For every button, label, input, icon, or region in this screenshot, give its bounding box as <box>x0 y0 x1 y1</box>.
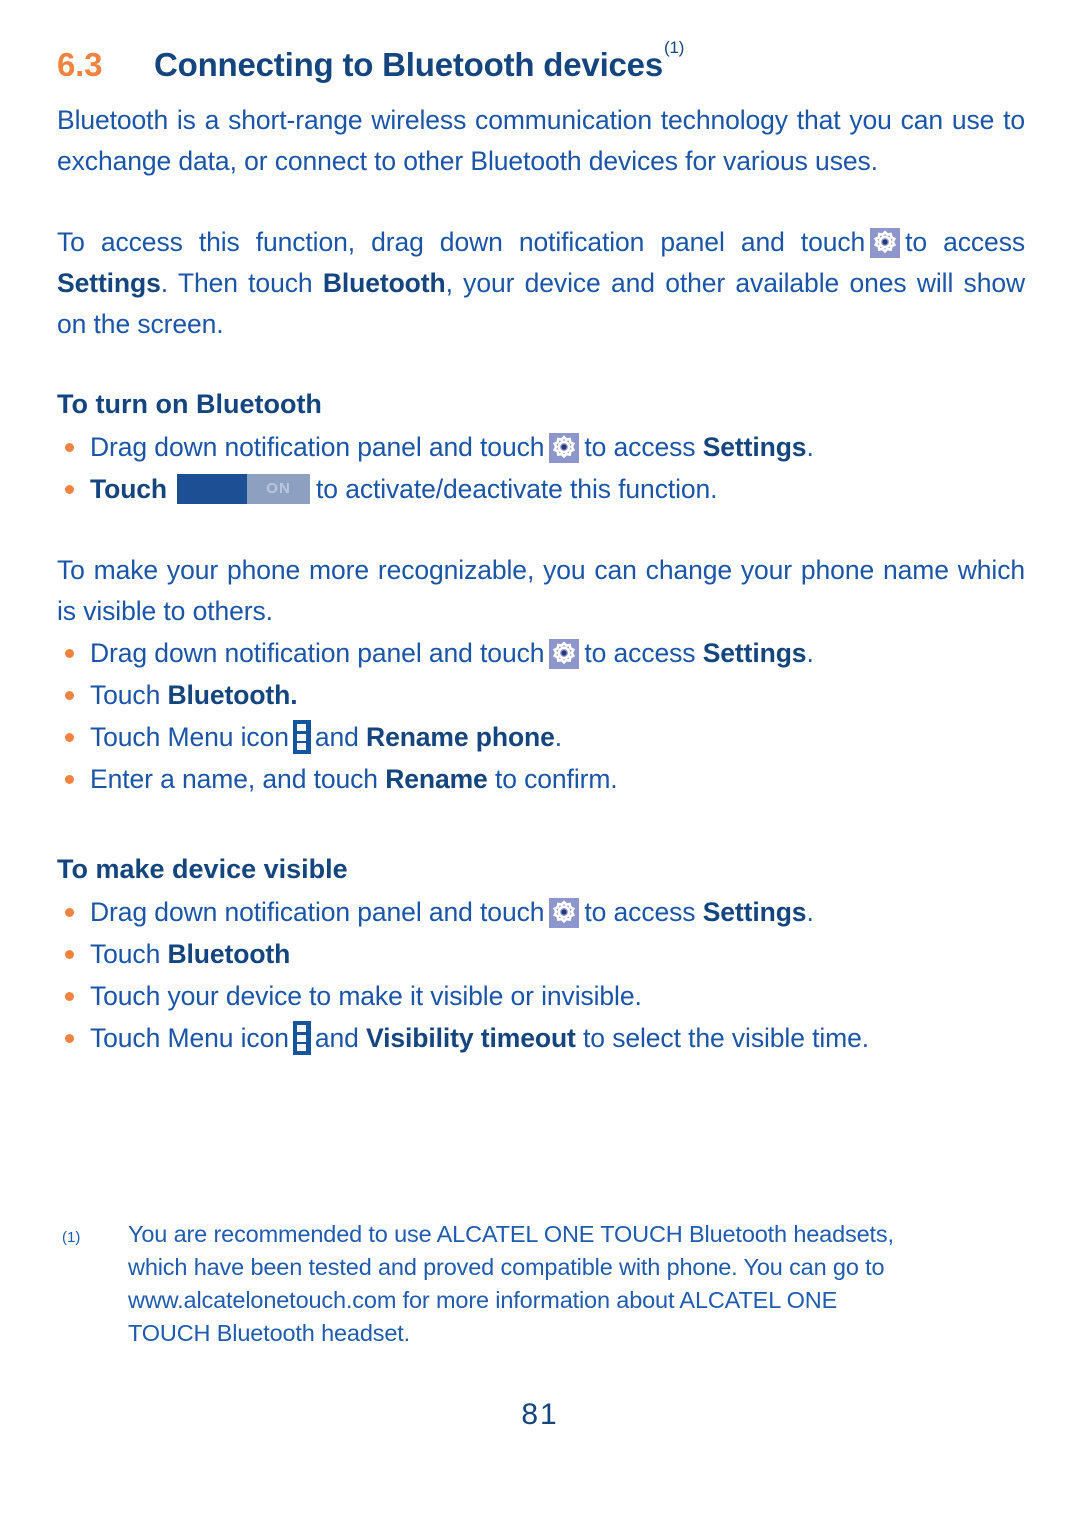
bullet-text-touch: Touch <box>90 680 161 710</box>
bullet-text-1: Drag down notification panel and touch <box>90 432 545 462</box>
list-item: Drag down notification panel and touch to… <box>57 891 1025 933</box>
bullet-text-confirm: to confirm. <box>494 764 618 794</box>
bullet-settings-bold: Settings <box>702 897 807 927</box>
bullet-text-and: and <box>314 722 359 752</box>
page-content: 6.3 Connecting to Bluetooth devices(1) B… <box>57 38 1025 1059</box>
list-item: Touch your device to make it visible or … <box>57 975 1025 1017</box>
list-item: Touch Menu icon and Visibility timeout to… <box>57 1017 1025 1059</box>
subheading-turn-on-bluetooth: To turn on Bluetooth <box>57 389 322 419</box>
bullet-text-menu: Touch Menu icon <box>90 722 289 752</box>
intro-paragraph-2: To access this function, drag down notif… <box>57 222 1025 345</box>
bullet-text-and: and <box>314 1023 359 1053</box>
manual-page: 6.3 Connecting to Bluetooth devices(1) B… <box>0 0 1080 1535</box>
bullet-text-touch: Touch <box>90 939 161 969</box>
intro-p2-settings-bold: Settings <box>57 268 161 298</box>
toggle-on-label: ON <box>266 480 291 497</box>
section-title-text: Connecting to Bluetooth devices <box>154 46 663 83</box>
bullet-text-2: to access <box>584 897 696 927</box>
section-title: Connecting to Bluetooth devices(1) <box>154 38 684 84</box>
settings-gear-icon <box>549 433 580 463</box>
bullet-text-period: . <box>554 722 563 752</box>
toggle-switch-on-icon: ON <box>177 474 311 504</box>
intro-p2-text-3: . Then touch <box>160 268 313 298</box>
footnote-marker: (1) <box>62 1218 128 1350</box>
bullet-list-turn-on: Drag down notification panel and touch to… <box>57 426 1025 510</box>
bullet-visibility-timeout-bold: Visibility timeout <box>366 1023 576 1053</box>
list-item: Drag down notification panel and touch to… <box>57 632 1025 674</box>
menu-dot-2 <box>297 1034 307 1042</box>
footnote-body: You are recommended to use ALCATEL ONE T… <box>128 1218 1022 1350</box>
list-item: Enter a name, and touch Rename to confir… <box>57 758 1025 800</box>
menu-overflow-icon <box>292 720 311 754</box>
menu-dot-3 <box>297 1044 307 1051</box>
toggle-knob <box>177 474 248 504</box>
bullet-bluetooth-bold: Bluetooth. <box>167 680 298 710</box>
settings-gear-icon <box>870 228 901 258</box>
section-number: 6.3 <box>57 46 103 83</box>
menu-dot-1 <box>297 724 307 731</box>
bullet-rename-phone-bold: Rename phone <box>366 722 555 752</box>
intro-p2-text-2: to access <box>905 227 1025 257</box>
bullet-touch-bold: Touch <box>90 474 168 504</box>
bullet-settings-bold: Settings <box>702 638 807 668</box>
menu-dot-3 <box>297 743 307 750</box>
bullet-settings-bold: Settings <box>702 432 807 462</box>
menu-dot-1 <box>297 1025 307 1032</box>
bullet-text-1: Drag down notification panel and touch <box>90 897 545 927</box>
footnote-line-2: which have been tested and proved compat… <box>128 1254 885 1280</box>
page-title: 6.3 Connecting to Bluetooth devices(1) <box>57 38 1025 84</box>
bullet-bluetooth-bold: Bluetooth <box>167 939 291 969</box>
bullet-text-2: to access <box>584 638 696 668</box>
intro-p2-text-1: To access this function, drag down notif… <box>57 227 866 257</box>
page-number: 81 <box>521 1398 559 1431</box>
settings-gear-icon <box>549 639 580 669</box>
menu-overflow-icon <box>292 1021 311 1055</box>
section-title-footnote-marker: (1) <box>664 38 685 57</box>
rename-paragraph: To make your phone more recognizable, yo… <box>57 555 1025 626</box>
bullet-text-3: . <box>806 432 814 462</box>
footnote-line-1: You are recommended to use ALCATEL ONE T… <box>128 1221 894 1247</box>
settings-gear-icon <box>549 898 580 928</box>
list-item: Touch ON to activate/deactivate this funct… <box>57 468 1025 510</box>
bullet-list-rename: Drag down notification panel and touch to… <box>57 632 1025 800</box>
list-item: Touch Bluetooth. <box>57 674 1025 716</box>
intro-paragraph-1: Bluetooth is a short-range wireless comm… <box>57 105 1025 176</box>
footnote: (1) You are recommended to use ALCATEL O… <box>62 1218 1022 1350</box>
bullet-text-3: . <box>806 638 814 668</box>
list-item: Touch Bluetooth <box>57 933 1025 975</box>
bullet-text-menu: Touch Menu icon <box>90 1023 289 1053</box>
intro-p2-bluetooth-bold: Bluetooth <box>322 268 446 298</box>
bullet-text-1: Drag down notification panel and touch <box>90 638 545 668</box>
list-item: Touch Menu icon and Rename phone. <box>57 716 1025 758</box>
bullet-rename-bold: Rename <box>385 764 488 794</box>
bullet-text-2: to access <box>584 432 696 462</box>
menu-dot-2 <box>297 733 307 741</box>
bullet-text-select: to select the visible time. <box>583 1023 870 1053</box>
footnote-line-4: TOUCH Bluetooth headset. <box>128 1320 411 1346</box>
bullet-text-activate: to activate/deactivate this function. <box>316 474 718 504</box>
list-item: Drag down notification panel and touch to… <box>57 426 1025 468</box>
subheading-make-device-visible: To make device visible <box>57 854 348 884</box>
bullet-text-enter: Enter a name, and touch <box>90 764 378 794</box>
footnote-marker-text: (1) <box>62 1229 81 1246</box>
bullet-list-visible: Drag down notification panel and touch to… <box>57 891 1025 1059</box>
bullet-text-3: . <box>806 897 814 927</box>
footnote-line-3: www.alcatelonetouch.com for more informa… <box>128 1287 838 1313</box>
